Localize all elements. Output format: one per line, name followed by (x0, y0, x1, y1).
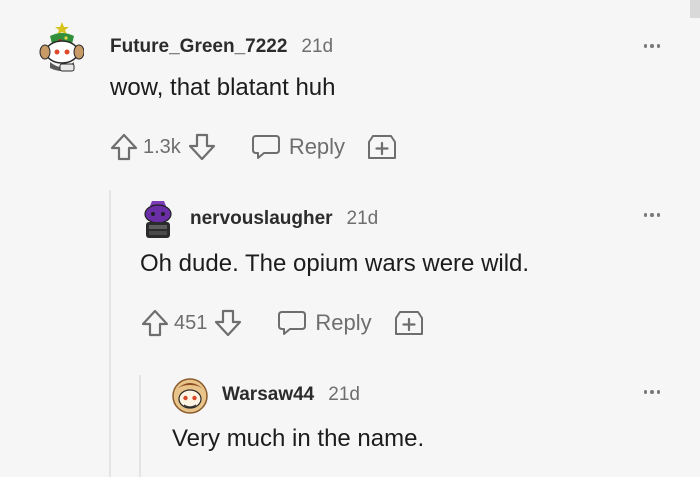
reply-label: Reply (288, 134, 346, 159)
comment-text: wow, that blatant huh (110, 74, 336, 101)
thread-line-level-2[interactable] (139, 375, 141, 477)
more-options-icon (643, 390, 648, 394)
more-dot (650, 44, 654, 48)
more-dot (650, 213, 654, 217)
timestamp[interactable]: 21d (301, 36, 333, 58)
award-button[interactable] (367, 132, 397, 162)
scrollbar-thumb[interactable] (690, 0, 700, 18)
more-options-icon (643, 44, 648, 48)
upvote-icon (141, 309, 169, 337)
upvote-icon (110, 133, 138, 161)
vote-count: 1.3k (143, 135, 181, 158)
snoo-avatar-icon (39, 22, 85, 72)
timestamp[interactable]: 21d (347, 208, 379, 230)
award-plus-icon (368, 135, 397, 159)
upvote-button[interactable] (109, 132, 139, 162)
avatar[interactable] (140, 200, 176, 242)
avatar[interactable] (170, 375, 210, 415)
reply-button[interactable]: Reply (277, 309, 372, 337)
comment-text: Oh dude. The opium wars were wild. (140, 250, 530, 277)
more-dot (656, 390, 661, 394)
reply-bubble-icon (251, 135, 280, 159)
more-options-button[interactable] (638, 36, 666, 56)
more-dot (656, 44, 661, 48)
upvote-button[interactable] (140, 308, 170, 338)
more-options-button[interactable] (638, 382, 666, 402)
snoo-avatar-icon (144, 201, 172, 238)
award-plus-icon (394, 311, 423, 335)
more-options-icon (643, 213, 648, 217)
downvote-button[interactable] (213, 308, 243, 338)
more-options-button[interactable] (638, 205, 666, 225)
reply-bubble-icon (278, 311, 307, 335)
timestamp[interactable]: 21d (328, 384, 360, 406)
username[interactable]: Warsaw44 (222, 384, 314, 406)
reply-button[interactable]: Reply (251, 133, 345, 161)
downvote-icon (188, 133, 215, 161)
username[interactable]: nervouslaugher (190, 208, 333, 230)
comment-text: Very much in the name. (172, 425, 425, 452)
more-dot (656, 213, 661, 217)
thread-line-level-1[interactable] (109, 190, 111, 477)
downvote-icon (215, 309, 242, 337)
comment-actions: 451 Reply (140, 306, 424, 340)
more-dot (650, 390, 654, 394)
snoo-avatar-icon (172, 378, 208, 414)
award-button[interactable] (394, 308, 424, 338)
downvote-button[interactable] (187, 132, 217, 162)
vote-count: 451 (174, 311, 208, 334)
reply-label: Reply (315, 310, 372, 335)
comment-actions: 1.3k Reply (109, 130, 397, 164)
username[interactable]: Future_Green_7222 (110, 36, 287, 58)
avatar[interactable] (36, 22, 85, 74)
